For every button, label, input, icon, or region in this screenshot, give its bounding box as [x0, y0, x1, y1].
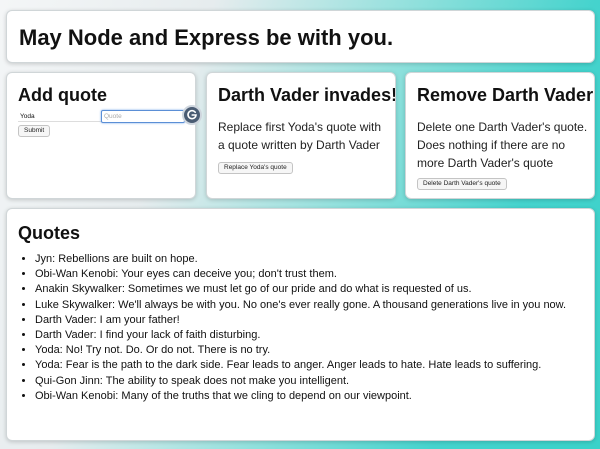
darth-vader-invades-card: Darth Vader invades! Replace first Yoda'…	[206, 72, 396, 199]
darth-vader-invades-heading: Darth Vader invades!	[218, 85, 396, 105]
quote-item: Darth Vader: I am your father!	[35, 313, 566, 328]
quote-item: Luke Skywalker: We'll always be with you…	[35, 298, 566, 313]
grammarly-badge-icon[interactable]	[182, 105, 202, 125]
quote-item: Darth Vader: I find your lack of faith d…	[35, 328, 566, 343]
quote-item: Obi-Wan Kenobi: Your eyes can deceive yo…	[35, 267, 566, 282]
add-quote-card: Add quote Submit	[6, 72, 196, 199]
quote-item: Yoda: Fear is the path to the dark side.…	[35, 358, 566, 373]
delete-darth-vader-quote-button[interactable]: Delete Darth Vader's quote	[417, 178, 507, 190]
darth-vader-invades-description: Replace first Yoda's quote with a quote …	[218, 120, 382, 152]
quote-input[interactable]	[101, 110, 185, 123]
grammarly-g-icon	[187, 109, 197, 120]
quote-item: Anakin Skywalker: Sometimes we must let …	[35, 282, 566, 297]
quotes-list: Jyn: Rebellions are built on hope. Obi-W…	[18, 252, 566, 404]
quote-item: Yoda: No! Try not. Do. Or do not. There …	[35, 343, 566, 358]
replace-yoda-quote-button[interactable]: Replace Yoda's quote	[218, 162, 293, 174]
remove-darth-vader-card: Remove Darth Vader! Delete one Darth Vad…	[405, 72, 595, 199]
quote-item: Obi-Wan Kenobi: Many of the truths that …	[35, 389, 566, 404]
quote-item: Qui-Gon Jinn: The ability to speak does …	[35, 374, 566, 389]
quotes-card: Quotes Jyn: Rebellions are built on hope…	[6, 208, 595, 441]
quotes-heading: Quotes	[18, 223, 81, 243]
add-quote-heading: Add quote	[18, 85, 107, 105]
name-input[interactable]	[18, 111, 102, 122]
quote-item: Jyn: Rebellions are built on hope.	[35, 252, 566, 267]
remove-darth-vader-heading: Remove Darth Vader!	[417, 85, 595, 105]
header-card: May Node and Express be with you.	[6, 10, 595, 63]
remove-darth-vader-description: Delete one Darth Vader's quote. Does not…	[417, 120, 588, 170]
submit-button[interactable]: Submit	[18, 125, 51, 137]
page-title: May Node and Express be with you.	[19, 25, 394, 50]
